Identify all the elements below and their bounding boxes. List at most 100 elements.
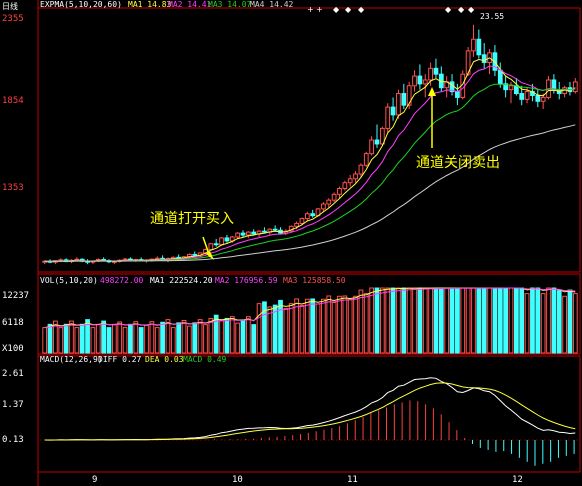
volume-bar: [342, 295, 348, 354]
volume-bar: [90, 327, 96, 354]
candle-body: [262, 230, 267, 233]
ma1-label: MA1 14.83: [128, 0, 172, 9]
volume-bar: [455, 287, 460, 354]
candle-body: [363, 153, 369, 166]
volume-bar: [540, 293, 546, 354]
candle-body: [374, 139, 380, 145]
volume-ma2: MA2 176956.59: [215, 276, 278, 285]
volume-bar: [283, 307, 289, 354]
volume-bar: [160, 321, 165, 354]
candle-body: [235, 232, 241, 238]
volume-bar: [497, 287, 503, 354]
volume-bar: [176, 322, 182, 354]
volume-bar: [374, 287, 380, 354]
volume-bar: [562, 295, 567, 354]
volume-bar: [165, 319, 171, 354]
signal-marker: ◆: [445, 5, 452, 14]
candle-body: [342, 182, 348, 190]
candle-body: [353, 173, 358, 180]
volume-bar: [240, 319, 246, 354]
volume-bar: [154, 327, 160, 354]
volume-bar: [433, 287, 439, 354]
x-label-10: 10: [232, 475, 243, 485]
high-price-label: 23.55: [480, 12, 504, 21]
candle-body: [572, 81, 578, 93]
candle-body: [304, 213, 310, 220]
annotation-close-sell: 通道关闭卖出: [416, 155, 500, 171]
macd-tick-low: 0.13: [2, 435, 24, 445]
signal-marker: ◆: [358, 5, 365, 14]
volume-ma3: MA3 125858.50: [283, 276, 346, 285]
candle-body: [396, 93, 401, 116]
volume-bar: [235, 322, 241, 354]
volume-bar: [390, 287, 396, 354]
volume-bar: [326, 295, 332, 354]
candle-body: [433, 67, 439, 75]
macd-diff-line: [44, 377, 576, 441]
candle-body: [213, 243, 219, 246]
candle-body: [481, 54, 487, 64]
candle-body: [321, 203, 326, 210]
signal-marker: +: [307, 5, 314, 14]
candle-body: [535, 94, 541, 102]
volume-bar: [503, 287, 509, 354]
volume-bar: [95, 323, 101, 354]
volume-bar: [444, 287, 450, 354]
signal-marker: ◆: [458, 5, 465, 14]
volume-bar: [203, 324, 208, 354]
candle-body: [224, 237, 230, 242]
volume-bar: [556, 290, 562, 354]
volume-bar: [122, 327, 128, 354]
volume-bar: [465, 287, 471, 354]
volume-bar: [519, 287, 525, 354]
volume-bar: [401, 287, 407, 354]
candle-body: [369, 139, 375, 155]
candle-body: [540, 96, 546, 102]
volume-bar: [133, 321, 139, 354]
period-label: 日线: [2, 1, 18, 11]
candle-body: [455, 91, 460, 98]
volume-bar: [535, 287, 541, 354]
candle-body: [331, 193, 337, 201]
ma60-line: [44, 124, 576, 262]
volume-bar: [192, 322, 198, 354]
candle-body: [326, 199, 332, 205]
volume-bar: [546, 287, 551, 354]
candle-body: [358, 164, 364, 175]
volume-bar: [229, 316, 235, 354]
volume-value: 498272.00: [100, 276, 144, 285]
candle-body: [412, 75, 417, 87]
candle-body: [192, 253, 198, 256]
volume-bar: [476, 287, 482, 354]
volume-tick-unit: X100: [2, 344, 24, 354]
volume-bar: [337, 295, 342, 354]
x-label-9: 9: [92, 475, 97, 485]
macd-diff-label: DIFF 0.27: [98, 355, 142, 364]
ma3-label: MA3 14.07: [208, 0, 252, 9]
candle-body: [245, 231, 251, 236]
candle-body: [524, 91, 530, 100]
volume-bar: [572, 293, 578, 354]
volume-bar: [412, 287, 417, 354]
candle-body: [337, 188, 342, 195]
volume-bar: [111, 323, 117, 354]
volume-header: VOL(5,10,20): [40, 276, 98, 285]
volume-bar: [69, 320, 74, 354]
annotation-open-buy: 通道打开买入: [150, 210, 234, 227]
volume-bar: [74, 327, 80, 354]
candle-body: [219, 237, 224, 246]
price-tick-mid: 1854: [2, 96, 24, 106]
macd-tick-top: 2.61: [2, 369, 24, 379]
candle-body: [422, 79, 428, 85]
stock-chart[interactable]: 日线 EXPMA(5,10,20,60) MA1 14.83 MA2 14.41…: [0, 0, 582, 486]
macd-indicator: [40, 377, 578, 466]
volume-bar: [262, 301, 267, 354]
volume-bar: [117, 321, 123, 354]
candle-body: [417, 75, 423, 85]
volume-bar: [181, 320, 187, 354]
volume-bar: [310, 298, 316, 354]
macd-macd-label: MACD 0.49: [183, 355, 227, 364]
volume-bar: [63, 323, 69, 354]
candle-body: [385, 106, 391, 129]
volume-bar: [315, 303, 321, 354]
